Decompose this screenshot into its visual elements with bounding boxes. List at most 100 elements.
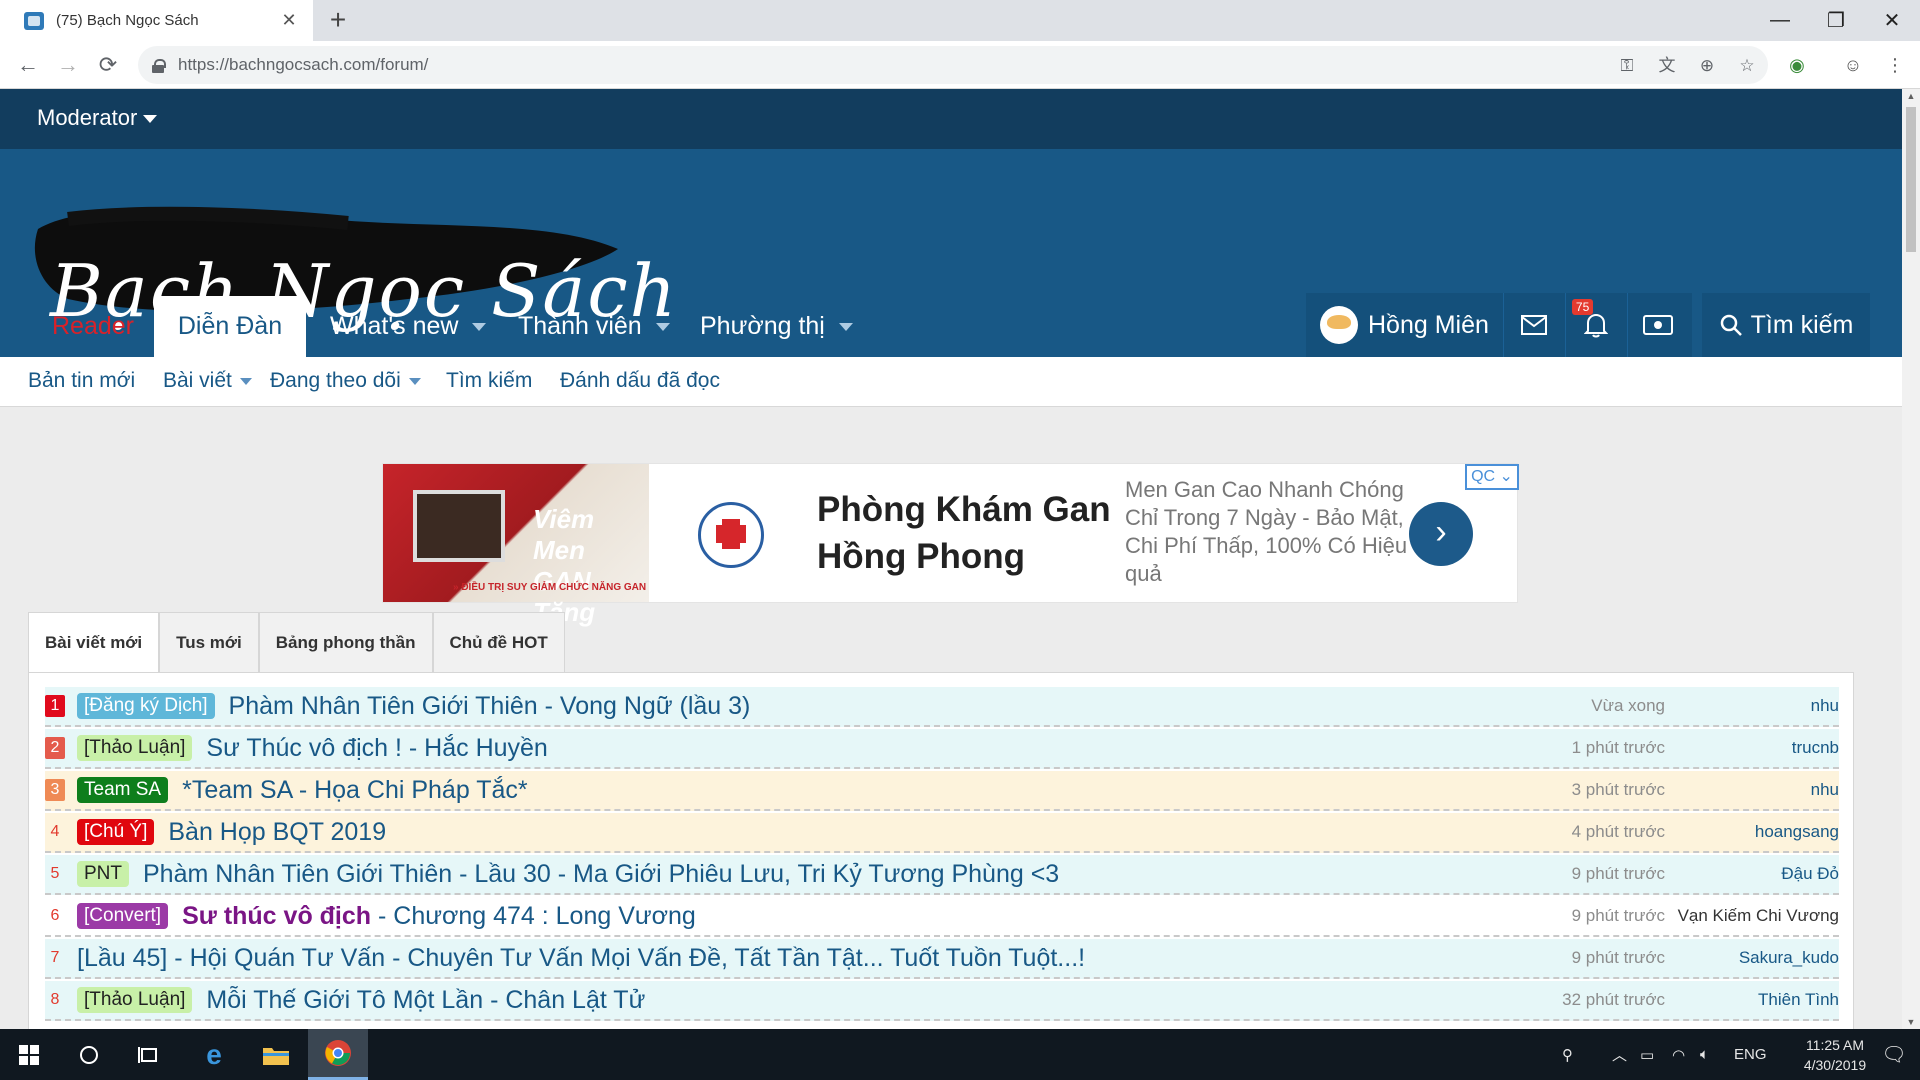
maximize-button[interactable]: ❐: [1808, 0, 1864, 41]
language-indicator[interactable]: ENG: [1734, 1029, 1767, 1080]
thread-prefix[interactable]: [Thảo Luận]: [77, 987, 193, 1013]
thread-user[interactable]: Vạn Kiếm Chi Vương: [1678, 906, 1839, 926]
close-window-button[interactable]: ✕: [1864, 0, 1920, 41]
thread-prefix[interactable]: [Convert]: [77, 903, 169, 929]
cortana-button[interactable]: [62, 1029, 116, 1080]
windows-logo-icon: [19, 1044, 39, 1065]
zoom-icon[interactable]: ⊕: [1696, 55, 1718, 77]
new-tab-button[interactable]: +: [322, 4, 354, 36]
task-view-button[interactable]: [122, 1029, 176, 1080]
table-row[interactable]: 3 Team SA *Team SA - Họa Chi Pháp Tắc* 3…: [45, 771, 1839, 811]
subnav-watched[interactable]: Đang theo dõi: [270, 369, 421, 393]
translate-icon[interactable]: 文: [1656, 55, 1678, 77]
people-icon[interactable]: ⚲: [1562, 1029, 1573, 1080]
moderator-menu[interactable]: Moderator: [37, 105, 158, 131]
nav-tab-market[interactable]: Phường thị: [700, 296, 853, 357]
user-name: Hồng Miên: [1368, 310, 1489, 339]
chevron-down-icon: [143, 115, 158, 124]
user-menu[interactable]: Hồng Miên: [1306, 293, 1503, 357]
ad-go-button[interactable]: ›: [1409, 502, 1473, 566]
minimize-button[interactable]: —: [1752, 0, 1808, 41]
thread-user[interactable]: nhu: [1811, 780, 1839, 800]
table-row[interactable]: 5 PNT Phàm Nhân Tiên Giới Thiên - Lầu 30…: [45, 855, 1839, 895]
nav-tab-forum[interactable]: Diễn Đàn: [154, 296, 306, 357]
ad-choices-badge[interactable]: QC ⌄: [1465, 464, 1519, 490]
scrollbar-thumb[interactable]: [1906, 107, 1916, 252]
chrome-taskbar-icon[interactable]: [308, 1029, 368, 1080]
extension-icon[interactable]: ◉: [1784, 52, 1810, 78]
nav-tab-members[interactable]: Thành viên: [518, 296, 670, 357]
key-icon[interactable]: ⚿: [1616, 55, 1638, 77]
rank-number: 5: [50, 865, 60, 882]
nav-tab-reader[interactable]: Reader: [52, 296, 134, 357]
thread-user[interactable]: Sakura_kudo: [1739, 948, 1839, 968]
rank-number: 8: [50, 991, 60, 1008]
thread-time: 3 phút trước: [1571, 780, 1665, 799]
browser-tab-active[interactable]: (75) Bạch Ngọc Sách ✕: [0, 0, 313, 41]
start-button[interactable]: [0, 1029, 58, 1080]
chrome-menu-icon[interactable]: ⋮: [1882, 52, 1908, 78]
table-row[interactable]: 4 [Chú Ý] Bàn Họp BQT 2019 4 phút trước …: [45, 813, 1839, 853]
file-explorer-icon[interactable]: [246, 1029, 306, 1080]
table-row[interactable]: 8 [Thảo Luận] Mỗi Thế Giới Tô Một Lần - …: [45, 981, 1839, 1021]
nav-tab-whats-new[interactable]: What's new: [330, 296, 487, 357]
wallet-button[interactable]: [1626, 293, 1689, 357]
page-scrollbar[interactable]: ▲ ▼: [1902, 89, 1920, 1029]
tab-new-status[interactable]: Tus mới: [159, 612, 259, 672]
subnav-search[interactable]: Tìm kiếm: [446, 369, 532, 393]
scroll-down-icon[interactable]: ▼: [1906, 1017, 1916, 1027]
thread-title[interactable]: Phàm Nhân Tiên Giới Thiên - Vong Ngữ (lầ…: [229, 692, 751, 721]
thread-time: 32 phút trước: [1562, 990, 1665, 1009]
table-row[interactable]: 1 [Đăng ký Dịch] Phàm Nhân Tiên Giới Thi…: [45, 687, 1839, 727]
profile-icon[interactable]: ☺: [1840, 52, 1866, 78]
action-center-icon[interactable]: 🗨︎: [1868, 1029, 1920, 1080]
thread-prefix[interactable]: [Đăng ký Dịch]: [77, 693, 215, 719]
wifi-icon[interactable]: ◠: [1672, 1029, 1685, 1080]
tab-hot-topics[interactable]: Chủ đề HOT: [432, 612, 565, 672]
subnav-new-posts[interactable]: Bản tin mới: [28, 369, 135, 393]
thread-user[interactable]: hoangsang: [1755, 822, 1839, 842]
thread-prefix[interactable]: Team SA: [77, 777, 169, 803]
thread-title[interactable]: *Team SA - Họa Chi Pháp Tắc*: [182, 776, 528, 805]
search-button[interactable]: Tìm kiếm: [1702, 293, 1870, 357]
scroll-up-icon[interactable]: ▲: [1906, 91, 1916, 101]
inbox-button[interactable]: [1502, 293, 1565, 357]
tab-close-icon[interactable]: ✕: [279, 10, 299, 31]
thread-title[interactable]: Mỗi Thế Giới Tô Một Lần - Chân Lật Tử: [206, 986, 645, 1015]
advertisement[interactable]: Viêm Men GAN Tăng » ĐIỀU TRỊ SUY GIẢM CH…: [382, 463, 1519, 627]
thread-user[interactable]: Thiên Tình: [1758, 990, 1839, 1010]
thread-prefix[interactable]: [Thảo Luận]: [77, 735, 193, 761]
forward-button[interactable]: →: [52, 49, 84, 81]
moderator-bar: Moderator: [0, 89, 1902, 149]
thread-title[interactable]: Sư thúc vô địch - Chương 474 : Long Vươn…: [182, 902, 696, 931]
back-button[interactable]: ←: [12, 49, 44, 81]
table-row[interactable]: 7 [Lầu 45] - Hội Quán Tư Vấn - Chuyên Tư…: [45, 939, 1839, 979]
chevron-down-icon: [472, 322, 487, 331]
tab-leaderboard[interactable]: Bảng phong thần: [258, 612, 433, 672]
thread-prefix[interactable]: [Chú Ý]: [77, 819, 155, 845]
thread-user[interactable]: nhu: [1811, 696, 1839, 716]
thread-time: 9 phút trước: [1571, 906, 1665, 925]
battery-icon[interactable]: ▭: [1640, 1029, 1654, 1080]
show-hidden-icons-icon[interactable]: ︿: [1612, 1029, 1627, 1080]
thread-title[interactable]: Phàm Nhân Tiên Giới Thiên - Lầu 30 - Ma …: [143, 860, 1059, 889]
thread-title[interactable]: [Lầu 45] - Hội Quán Tư Vấn - Chuyên Tư V…: [77, 944, 1085, 973]
reload-button[interactable]: ⟳: [92, 49, 124, 81]
address-bar[interactable]: https://bachngocsach.com/forum/ ⚿ 文 ⊕ ☆: [138, 46, 1768, 84]
thread-user[interactable]: trucnb: [1792, 738, 1839, 758]
edge-icon[interactable]: e: [184, 1029, 244, 1080]
table-row[interactable]: 2 [Thảo Luận] Sư Thúc vô địch ! - Hắc Hu…: [45, 729, 1839, 769]
thread-user[interactable]: Đậu Đỏ: [1781, 864, 1839, 884]
subnav-posts[interactable]: Bài viết: [163, 369, 252, 393]
tab-new-posts[interactable]: Bài viết mới: [28, 612, 160, 672]
volume-icon[interactable]: 🔈︎: [1700, 1029, 1709, 1080]
thread-title[interactable]: Sư Thúc vô địch ! - Hắc Huyền: [206, 734, 547, 763]
thread-prefix[interactable]: PNT: [77, 861, 129, 887]
thread-title[interactable]: Bàn Họp BQT 2019: [168, 818, 386, 847]
subnav-mark-read[interactable]: Đánh dấu đã đọc: [560, 369, 720, 393]
alerts-button[interactable]: 75: [1564, 293, 1627, 357]
table-row[interactable]: 6 [Convert] Sư thúc vô địch - Chương 474…: [45, 897, 1839, 937]
thread-list-tabs: Bài viết mới Tus mới Bảng phong thần Chủ…: [28, 612, 565, 672]
task-view-icon: [138, 1046, 157, 1063]
bookmark-star-icon[interactable]: ☆: [1736, 55, 1758, 77]
